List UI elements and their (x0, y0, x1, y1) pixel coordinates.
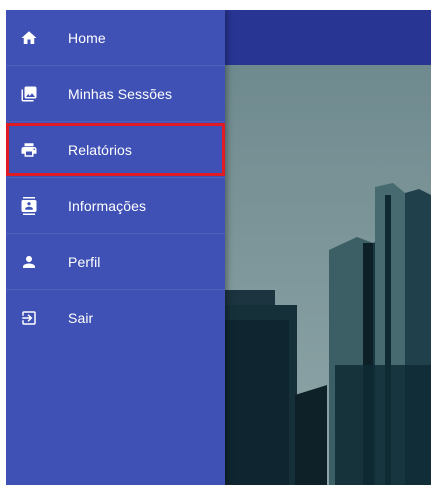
photo-library-icon (20, 85, 38, 103)
nav-item-label: Perfil (68, 253, 101, 270)
nav-item-home[interactable]: Home (6, 10, 225, 66)
background-image (225, 65, 431, 485)
exit-icon (20, 309, 38, 327)
city-buildings-illustration (225, 65, 431, 485)
nav-item-minhas-sessoes[interactable]: Minhas Sessões (6, 66, 225, 122)
nav-item-label: Minhas Sessões (68, 85, 173, 102)
printer-icon (20, 141, 38, 159)
nav-item-label: Sair (68, 310, 94, 326)
nav-item-label: Informações (68, 197, 147, 214)
home-icon (20, 29, 38, 47)
nav-item-sair[interactable]: Sair (6, 290, 225, 346)
nav-item-relatorios[interactable]: Relatórios (6, 122, 225, 178)
person-icon (20, 253, 38, 271)
nav-item-label: Relatórios (68, 141, 133, 158)
nav-item-label: Home (68, 29, 106, 46)
nav-item-informacoes[interactable]: Informações (6, 178, 225, 234)
nav-item-perfil[interactable]: Perfil (6, 234, 225, 290)
navigation-drawer: Home Minhas Sessões Relatórios Informaçõ… (6, 10, 225, 485)
app-frame: Home Minhas Sessões Relatórios Informaçõ… (6, 10, 431, 485)
contact-card-icon (20, 196, 38, 215)
app-bar (225, 10, 431, 65)
